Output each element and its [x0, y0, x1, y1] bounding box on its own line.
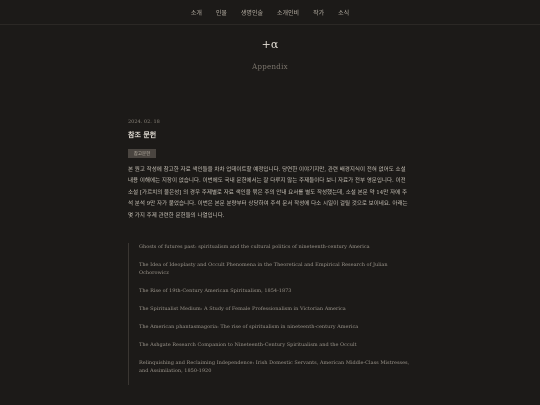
reference-item[interactable]: The Idea of Ideoplasty and Occult Phenom…	[129, 261, 413, 278]
reference-item[interactable]: Ghosts of futures past: spiritualism and…	[129, 243, 413, 252]
reference-item[interactable]: The Ashgate Research Companion to Ninete…	[129, 341, 413, 350]
reference-item[interactable]: The Spiritualist Medium: A Study of Fema…	[129, 305, 413, 314]
reference-item[interactable]: The Rise of 19th-Century American Spirit…	[129, 287, 413, 296]
site-title[interactable]: +α	[0, 38, 540, 51]
nav-item-life[interactable]: 생명인술	[241, 8, 263, 17]
category-badge[interactable]: 참고문헌	[128, 149, 156, 158]
post-title: 참조 문헌	[128, 130, 157, 139]
post-paragraph: 본 원고 작성에 참고한 자료 색인들을 차차 업데이트할 예정입니다. 당연한…	[128, 167, 408, 219]
site-subtitle: Appendix	[252, 63, 288, 71]
top-nav: 소개 인물 생명인술 소개인비 작가 소식	[0, 0, 540, 25]
nav-item-news[interactable]: 소식	[338, 8, 349, 17]
nav-item-intro-secret[interactable]: 소개인비	[277, 8, 299, 17]
nav-item-intro[interactable]: 소개	[191, 8, 202, 17]
reference-list: Ghosts of futures past: spiritualism and…	[128, 243, 413, 386]
reference-item[interactable]: The American phantasmagoria: The rise of…	[129, 323, 413, 332]
nav-item-author[interactable]: 작가	[313, 8, 324, 17]
reference-item[interactable]: Relinquishing and Reclaiming Independenc…	[129, 359, 413, 376]
nav-item-people[interactable]: 인물	[216, 8, 227, 17]
post-date: 2024. 02. 18	[128, 119, 160, 125]
